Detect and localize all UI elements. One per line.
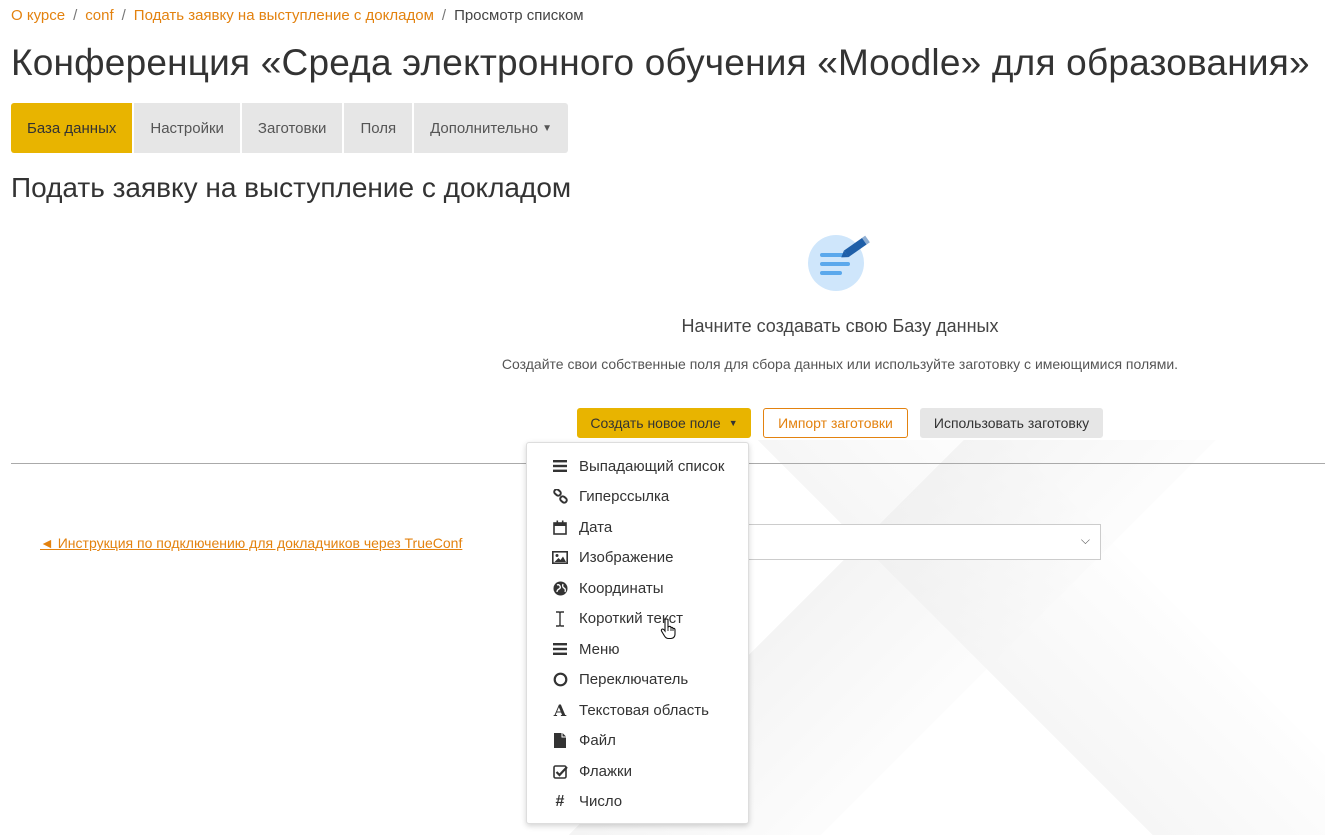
text-cursor-icon	[551, 610, 569, 628]
field-type-menu-item[interactable]: A Текстовая область	[527, 695, 748, 725]
tab-database[interactable]: База данных	[11, 103, 135, 153]
field-type-menu-item[interactable]: Изображение	[527, 543, 748, 573]
radio-icon	[551, 671, 569, 689]
field-type-dropdown: Выпадающий список Гиперссылка Дата Изобр…	[526, 442, 749, 824]
breadcrumb-current: Просмотр списком	[454, 7, 584, 24]
create-field-button[interactable]: Создать новое поле ▼	[577, 408, 751, 438]
tab-label: Заготовки	[257, 119, 327, 137]
field-type-menu-item[interactable]: Гиперссылка	[527, 482, 748, 512]
tab-label: Дополнительно	[430, 119, 539, 137]
calendar-icon	[551, 518, 569, 536]
image-icon	[551, 549, 569, 567]
jump-to-select[interactable]: ⌵	[740, 524, 1101, 560]
breadcrumb-separator: /	[73, 7, 78, 24]
previous-activity-link[interactable]: ◄ Инструкция по подключению для докладчи…	[40, 535, 462, 551]
field-type-menu-item[interactable]: Короткий текст	[527, 604, 748, 634]
chevron-down-icon: ▼	[542, 122, 552, 134]
field-type-menu-item[interactable]: Переключатель	[527, 665, 748, 695]
field-type-label: Текстовая область	[579, 701, 709, 719]
tab-settings[interactable]: Настройки	[134, 103, 242, 153]
checkbox-icon	[551, 762, 569, 780]
field-type-label: Число	[579, 793, 623, 810]
breadcrumb-separator: /	[441, 7, 447, 24]
field-type-menu-item[interactable]: Файл	[527, 726, 748, 756]
breadcrumb-separator: /	[121, 7, 126, 24]
field-type-menu-item[interactable]: Координаты	[527, 573, 748, 603]
breadcrumb-conf[interactable]: conf	[85, 7, 113, 24]
tab-label: База данных	[27, 119, 117, 137]
field-type-label: Файл	[579, 732, 616, 749]
breadcrumb-course[interactable]: О курсе	[11, 7, 65, 24]
tab-fields[interactable]: Поля	[344, 103, 415, 153]
create-field-label: Создать новое поле	[590, 415, 721, 431]
field-type-label: Гиперссылка	[579, 488, 670, 505]
field-type-label: Флажки	[579, 762, 632, 780]
import-preset-button[interactable]: Импорт заготовки	[763, 408, 908, 438]
field-type-label: Изображение	[579, 549, 674, 566]
use-preset-button[interactable]: Использовать заготовку	[920, 408, 1103, 438]
breadcrumb-activity[interactable]: Подать заявку на выступление с докладом	[134, 7, 434, 24]
hand-cursor-icon	[660, 618, 678, 645]
tab-label: Поля	[360, 119, 397, 137]
empty-state-heading: Начните создавать свою Базу данных	[681, 316, 999, 336]
link-icon	[551, 488, 569, 506]
field-type-label: Меню	[579, 640, 620, 658]
chevron-down-icon: ⌵	[1080, 533, 1090, 547]
page-title: Конференция «Среда электронного обучения…	[11, 42, 1310, 83]
field-type-label: Координаты	[579, 579, 664, 597]
field-type-menu-item[interactable]: Дата	[527, 512, 748, 542]
tab-presets[interactable]: Заготовки	[241, 103, 345, 153]
field-type-label: Выпадающий список	[579, 457, 725, 475]
field-type-menu-item[interactable]: # Число	[527, 787, 748, 817]
tab-more[interactable]: Дополнительно ▼	[414, 103, 568, 153]
chevron-down-icon: ▼	[728, 418, 738, 428]
field-type-menu-item[interactable]: Меню	[527, 634, 748, 664]
breadcrumb: О курсе / conf / Подать заявку на выступ…	[11, 7, 584, 24]
list-icon	[551, 457, 569, 475]
empty-state-description: Создайте свои собственные поля для сбора…	[501, 356, 1179, 372]
field-type-menu-item[interactable]: Флажки	[527, 756, 748, 786]
font-icon: A	[553, 700, 567, 720]
section-title: Подать заявку на выступление с докладом	[11, 172, 572, 203]
field-type-menu-item[interactable]: Выпадающий список	[527, 451, 748, 481]
menu-icon	[551, 640, 569, 658]
secondary-navigation: База данных Настройки Заготовки Поля Доп…	[11, 103, 568, 153]
field-type-label: Дата	[579, 518, 613, 536]
file-icon	[551, 732, 569, 750]
database-note-icon	[804, 233, 874, 298]
globe-icon	[551, 579, 569, 597]
tab-label: Настройки	[150, 119, 224, 137]
hash-icon: #	[555, 792, 565, 810]
field-type-label: Переключатель	[579, 671, 689, 688]
